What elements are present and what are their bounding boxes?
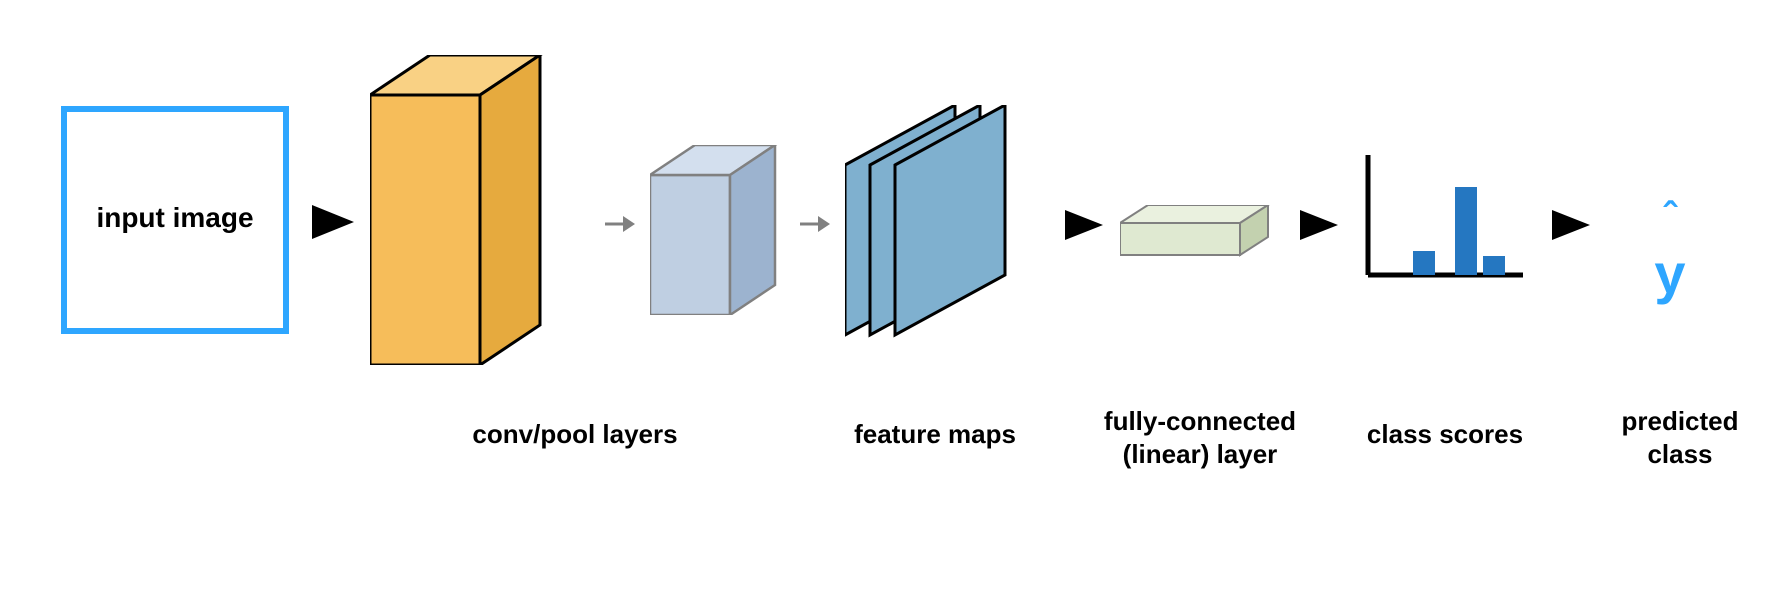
fc-layer-label: fully-connected (linear) layer bbox=[1075, 405, 1325, 470]
y-hat-symbol: ˆ y bbox=[1615, 175, 1725, 289]
bar-c2 bbox=[1455, 187, 1477, 275]
pool-layer-block bbox=[650, 145, 800, 315]
arrow-icon bbox=[1065, 210, 1103, 240]
arrow-icon bbox=[800, 214, 830, 234]
conv-pool-label: conv/pool layers bbox=[390, 418, 760, 451]
arrow-icon bbox=[1552, 210, 1590, 240]
conv-layer-block bbox=[370, 55, 570, 365]
cnn-pipeline-diagram: input image conv/pool layers fe bbox=[0, 0, 1792, 600]
fc-layer-block bbox=[1120, 205, 1280, 260]
feature-maps-label: feature maps bbox=[810, 418, 1060, 451]
class-scores-chart bbox=[1358, 155, 1528, 285]
bar-c1 bbox=[1413, 251, 1435, 275]
arrow-icon bbox=[1300, 210, 1338, 240]
bar-c3 bbox=[1483, 256, 1505, 275]
feature-maps-stack bbox=[845, 105, 1045, 345]
input-image-label: input image bbox=[60, 200, 290, 235]
arrow-icon bbox=[312, 205, 354, 239]
predicted-class-label: predicted class bbox=[1600, 405, 1760, 470]
class-scores-label: class scores bbox=[1340, 418, 1550, 451]
arrow-icon bbox=[605, 214, 635, 234]
